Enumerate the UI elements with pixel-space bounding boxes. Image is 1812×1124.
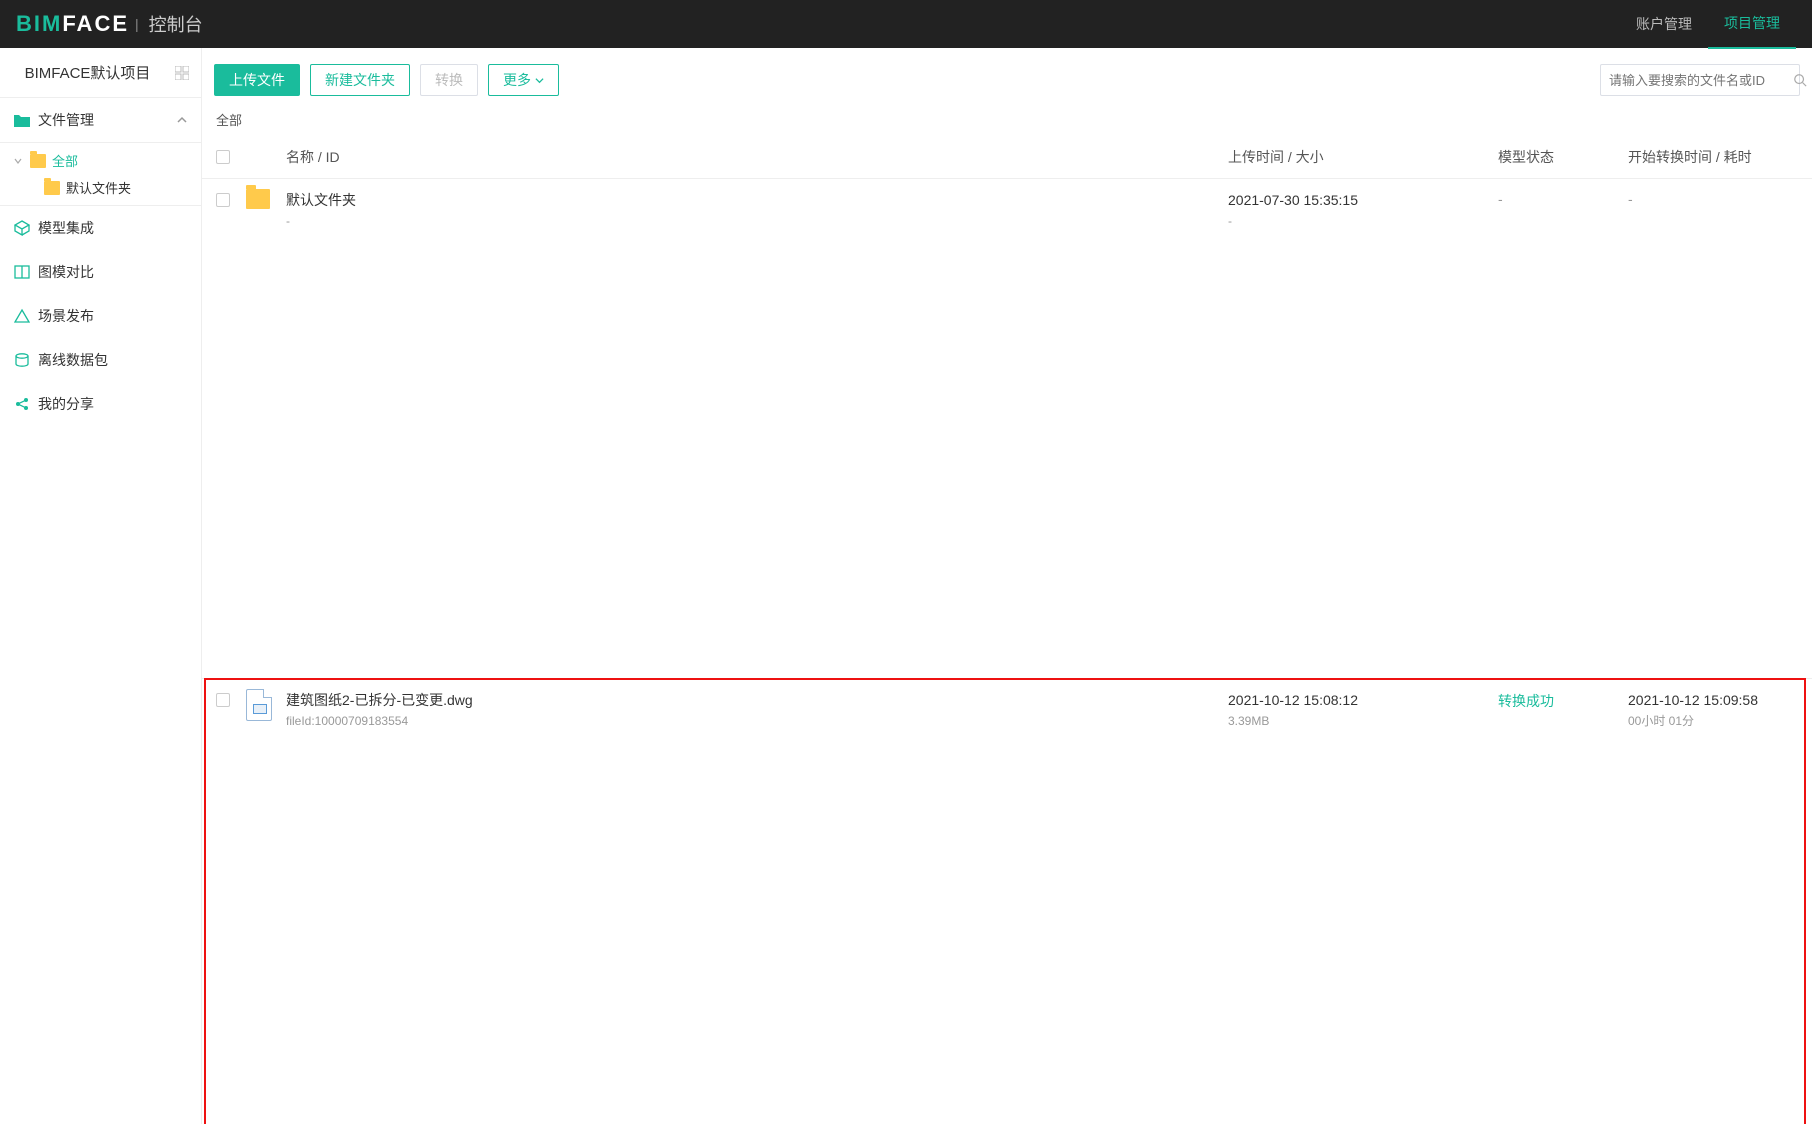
sidebar-item-label: 离线数据包 (38, 350, 108, 370)
database-icon (14, 352, 30, 368)
more-dropdown-button[interactable]: 更多 (488, 64, 559, 96)
convert-button[interactable]: 转换 (420, 64, 478, 96)
folder-icon (14, 113, 30, 127)
logo-word: BIMFACE (16, 11, 129, 37)
file-sub: - (286, 213, 1228, 230)
folder-icon (44, 181, 60, 195)
sidebar-item-label: 我的分享 (38, 394, 94, 414)
project-name: BIMFACE默认项目 (12, 62, 163, 83)
compare-icon (14, 264, 30, 280)
file-name: 建筑图纸2-已拆分-已变更.dwg (286, 691, 1228, 711)
folder-icon (246, 189, 270, 209)
sidebar-item-diagram-compare[interactable]: 图模对比 (0, 250, 201, 294)
convert-time: 2021-10-12 15:09:58 (1628, 691, 1798, 711)
breadcrumb: 全部 (202, 106, 1812, 135)
cube-icon (14, 220, 30, 236)
share-icon (14, 396, 30, 412)
sidebar: BIMFACE默认项目 文件管理 全部 (0, 48, 202, 1124)
upload-file-button[interactable]: 上传文件 (214, 64, 300, 96)
search-input[interactable] (1601, 73, 1793, 88)
logo: BIMFACE | 控制台 (16, 11, 203, 37)
file-size: 3.39MB (1228, 713, 1498, 730)
tree-item-default-folder[interactable]: 默认文件夹 (0, 174, 201, 201)
convert-duration: 00小时 01分 (1628, 713, 1798, 730)
sidebar-item-label: 场景发布 (38, 306, 94, 326)
upload-time: 2021-10-12 15:08:12 (1228, 691, 1498, 711)
convert-time: - (1628, 191, 1633, 207)
caret-down-icon (14, 157, 24, 165)
col-name: 名称 / ID (286, 135, 1228, 178)
grid-icon[interactable] (175, 66, 189, 80)
toolbar: 上传文件 新建文件夹 转换 更多 (202, 58, 1812, 106)
row-checkbox[interactable] (216, 693, 230, 707)
sidebar-item-offline-package[interactable]: 离线数据包 (0, 338, 201, 382)
table-header: 名称 / ID 上传时间 / 大小 模型状态 开始转换时间 / 耗时 (202, 135, 1812, 179)
sidebar-item-label: 图模对比 (38, 262, 94, 282)
main-content: 上传文件 新建文件夹 转换 更多 全部 名称 / ID (202, 48, 1812, 1124)
tree-item-all[interactable]: 全部 (0, 147, 201, 174)
more-label: 更多 (503, 70, 531, 90)
upload-time: 2021-07-30 15:35:15 (1228, 191, 1498, 211)
sidebar-item-label: 文件管理 (38, 110, 94, 130)
status: 转换成功 (1498, 693, 1554, 709)
table-row[interactable]: 建筑图纸2-已拆分-已变更.dwg fileId:10000709183554 … (202, 679, 1812, 1124)
file-name: 默认文件夹 (286, 191, 1228, 211)
dwg-file-icon (246, 689, 272, 721)
sidebar-item-file-management[interactable]: 文件管理 (0, 98, 201, 143)
table-row[interactable]: 默认文件夹 - 2021-07-30 15:35:15 - - - (202, 179, 1812, 679)
nav-project[interactable]: 项目管理 (1708, 0, 1796, 49)
col-upload-time: 上传时间 / 大小 (1228, 135, 1498, 178)
folder-icon (30, 154, 46, 168)
sidebar-item-scene-publish[interactable]: 场景发布 (0, 294, 201, 338)
search-icon[interactable] (1793, 73, 1807, 87)
col-convert-time: 开始转换时间 / 耗时 (1628, 135, 1798, 178)
warning-icon (14, 308, 30, 324)
status: - (1498, 191, 1503, 207)
nav-account[interactable]: 账户管理 (1620, 0, 1708, 48)
app-header: BIMFACE | 控制台 账户管理 项目管理 (0, 0, 1812, 48)
sidebar-item-my-share[interactable]: 我的分享 (0, 382, 201, 426)
search-box[interactable] (1600, 64, 1800, 96)
project-selector[interactable]: BIMFACE默认项目 (0, 48, 201, 98)
col-status: 模型状态 (1498, 135, 1628, 178)
tree-item-label: 默认文件夹 (66, 178, 131, 197)
folder-tree: 全部 默认文件夹 (0, 143, 201, 206)
select-all-checkbox[interactable] (216, 150, 230, 164)
chevron-up-icon (177, 115, 187, 125)
file-table: 名称 / ID 上传时间 / 大小 模型状态 开始转换时间 / 耗时 默认文件夹… (202, 135, 1812, 1124)
tree-item-label: 全部 (52, 151, 78, 170)
file-size: - (1228, 213, 1498, 230)
file-id: fileId:10000709183554 (286, 713, 1228, 730)
new-folder-button[interactable]: 新建文件夹 (310, 64, 410, 96)
chevron-down-icon (535, 76, 544, 85)
logo-separator: | (135, 16, 139, 32)
row-checkbox[interactable] (216, 193, 230, 207)
sidebar-item-model-integration[interactable]: 模型集成 (0, 206, 201, 250)
console-title: 控制台 (149, 11, 203, 37)
sidebar-item-label: 模型集成 (38, 218, 94, 238)
